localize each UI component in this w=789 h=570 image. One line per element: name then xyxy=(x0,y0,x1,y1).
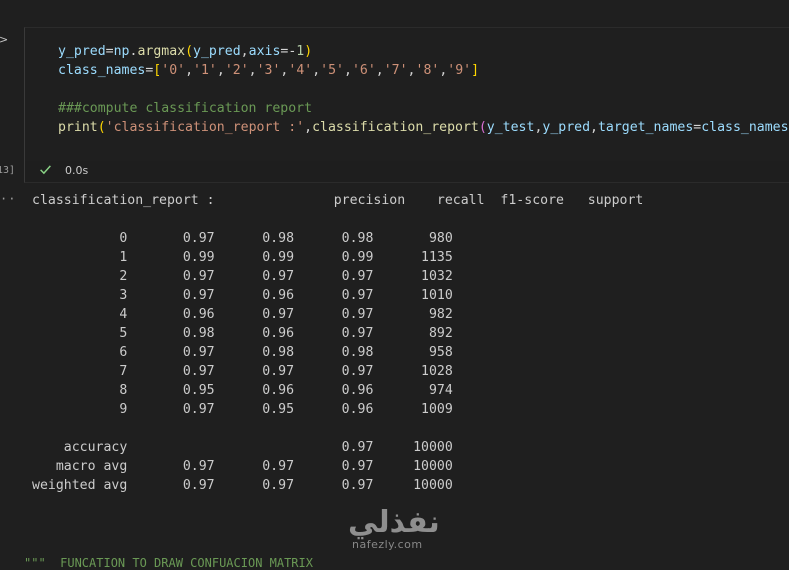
code-cell[interactable]: y_pred=np.argmax(y_pred,axis=-1)class_na… xyxy=(24,27,789,183)
code-token: argmax xyxy=(137,44,185,59)
code-token: '1' xyxy=(193,63,217,78)
execution-duration: 0.0s xyxy=(65,164,88,177)
classification-report-output: classification_report : precision recall… xyxy=(32,191,643,495)
code-token: ( xyxy=(479,120,487,135)
code-token: , xyxy=(217,63,225,78)
code-line[interactable]: class_names=['0','1','2','3','4','5','6'… xyxy=(58,61,479,80)
code-token: ) xyxy=(304,44,312,59)
code-token: classification_report xyxy=(312,120,479,135)
code-token: ( xyxy=(185,44,193,59)
code-token: , xyxy=(344,63,352,78)
code-token: ###compute classification report xyxy=(58,101,312,116)
code-token: '0' xyxy=(161,63,185,78)
code-line[interactable]: print('classification_report :',classifi… xyxy=(58,118,789,137)
code-token: '2' xyxy=(225,63,249,78)
code-token: , xyxy=(408,63,416,78)
code-token: 'classification_report :' xyxy=(106,120,305,135)
code-token: y_pred xyxy=(58,44,106,59)
code-token: , xyxy=(241,44,249,59)
code-token: , xyxy=(304,120,312,135)
watermark-arabic: نفذلي xyxy=(348,508,440,538)
code-token: ] xyxy=(471,63,479,78)
code-token: axis xyxy=(249,44,281,59)
code-token: np xyxy=(114,44,130,59)
code-token: , xyxy=(376,63,384,78)
code-token: y_pred xyxy=(542,120,590,135)
next-cell-comment: """ FUNCATION TO DRAW CONFUACION MATRIX xyxy=(24,556,313,570)
code-token: , xyxy=(249,63,257,78)
code-token: y_test xyxy=(487,120,535,135)
code-token: '3' xyxy=(257,63,281,78)
code-token: = xyxy=(106,44,114,59)
code-token: y_pred xyxy=(193,44,241,59)
code-token: target_names xyxy=(598,120,693,135)
code-token: =- xyxy=(280,44,296,59)
code-token: '4' xyxy=(288,63,312,78)
watermark-logo: نفذلي nafezly.com xyxy=(348,508,440,551)
code-token: '5' xyxy=(320,63,344,78)
code-token: '9' xyxy=(447,63,471,78)
code-token: '7' xyxy=(384,63,408,78)
code-token: class_names xyxy=(58,63,145,78)
execution-count: 13] xyxy=(0,165,15,176)
code-token: class_names xyxy=(701,120,788,135)
check-icon xyxy=(39,163,52,176)
code-token: '6' xyxy=(352,63,376,78)
code-token: , xyxy=(312,63,320,78)
cell-status-bar: 0.0s xyxy=(25,161,789,182)
code-editor[interactable]: y_pred=np.argmax(y_pred,axis=-1)class_na… xyxy=(25,28,789,161)
code-token: , xyxy=(185,63,193,78)
code-token: '8' xyxy=(416,63,440,78)
code-token: , xyxy=(590,120,598,135)
collapse-chevron-icon[interactable]: > xyxy=(0,33,8,46)
code-line[interactable]: y_pred=np.argmax(y_pred,axis=-1) xyxy=(58,42,312,61)
code-line[interactable]: ###compute classification report xyxy=(58,99,312,118)
code-token: print xyxy=(58,120,98,135)
code-token: ( xyxy=(98,120,106,135)
